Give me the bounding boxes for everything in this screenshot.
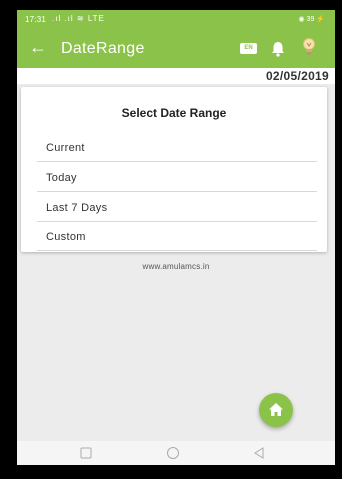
date-range-dialog: Select Date Range Current Today Last 7 D… xyxy=(21,87,327,252)
option-label: Current xyxy=(46,142,85,154)
website-url[interactable]: www.amulamcs.in xyxy=(17,262,335,271)
status-bar: 17:31 .ıl .ıl ≋ LTE ◉ 39 ⚡ xyxy=(17,10,335,30)
option-custom[interactable]: Custom xyxy=(37,222,317,251)
system-nav-bar xyxy=(17,441,335,465)
signal-indicators: .ıl .ıl ≋ LTE xyxy=(52,14,105,23)
option-label: Custom xyxy=(46,231,86,243)
lightbulb-icon[interactable] xyxy=(302,37,316,57)
status-time: 17:31 xyxy=(25,15,47,24)
option-label: Last 7 Days xyxy=(46,202,108,214)
option-last-7-days[interactable]: Last 7 Days xyxy=(37,193,317,222)
language-badge[interactable]: EN xyxy=(240,43,257,54)
date-bar: 02/05/2019 xyxy=(17,68,335,84)
arrow-left-icon[interactable]: ← xyxy=(29,37,47,57)
bell-icon[interactable] xyxy=(271,41,285,57)
dialog-heading: Select Date Range xyxy=(121,106,227,120)
battery-indicators: ◉ 39 ⚡ xyxy=(298,16,326,23)
recent-apps-icon[interactable] xyxy=(79,446,93,460)
page-title: DateRange xyxy=(61,40,145,57)
option-current[interactable]: Current xyxy=(37,133,317,162)
phone-screen: 17:31 .ıl .ıl ≋ LTE ◉ 39 ⚡ ← DateRange E… xyxy=(17,10,335,465)
home-circle-icon[interactable] xyxy=(166,446,180,460)
home-icon xyxy=(269,403,283,416)
back-triangle-icon[interactable] xyxy=(252,446,266,460)
current-date: 02/05/2019 xyxy=(265,69,329,83)
option-label: Today xyxy=(46,172,77,184)
app-bar: ← DateRange EN xyxy=(17,30,335,68)
option-today[interactable]: Today xyxy=(37,163,317,192)
home-button[interactable] xyxy=(259,393,293,427)
